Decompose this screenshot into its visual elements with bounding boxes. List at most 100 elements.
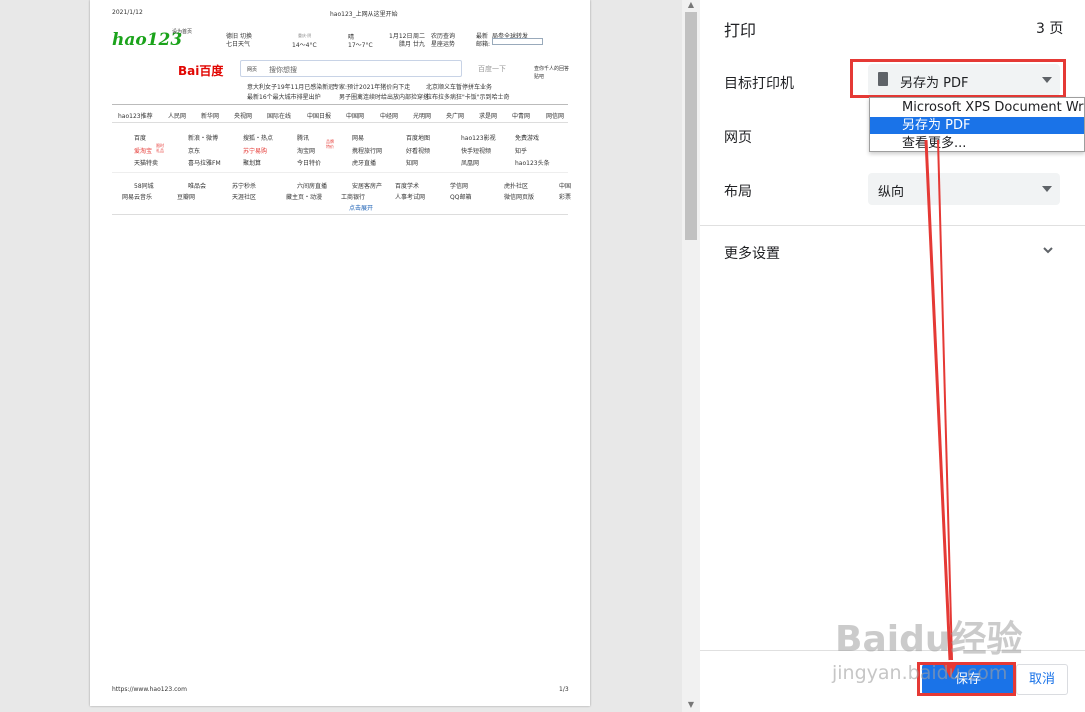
site-link: 六间房直播 — [297, 183, 328, 190]
scroll-up-icon[interactable]: ▲ — [686, 0, 696, 10]
dropdown-option-pdf[interactable]: 另存为 PDF — [870, 117, 1084, 134]
site-link: 腾讯 — [297, 135, 310, 142]
dropdown-option-xps[interactable]: Microsoft XPS Document Writer — [870, 99, 1084, 116]
site-link: 虎牙直播 — [352, 160, 377, 167]
site-link: 好看视频 — [406, 148, 431, 155]
nav-top-divider — [112, 104, 568, 105]
nav-link: hao123推荐 — [118, 113, 153, 120]
mail-input-box — [492, 38, 543, 45]
nav-link: 央视网 — [234, 113, 253, 120]
news-item: 北京顺义车暂停拼车业务 — [426, 84, 493, 91]
news-item: 意大利女子19年11月已感染新冠 — [247, 84, 335, 91]
baidu-jingyan-watermark: Baidu经验 jingyan.baidu.com — [830, 610, 1050, 690]
page-header-date: 2021/1/12 — [112, 9, 143, 16]
site-link: 新浪・微博 — [188, 135, 219, 142]
settings-divider — [700, 225, 1085, 226]
grid-bottom-divider — [112, 214, 568, 215]
promo-tag: 限时 礼品 — [156, 143, 164, 153]
site-link: 学信网 — [450, 183, 469, 190]
lunar-text: 腊月 廿九 — [399, 41, 425, 48]
page-footer-number: 1/3 — [559, 686, 569, 693]
site-link: 人事考试网 — [395, 194, 426, 201]
nav-bottom-divider — [112, 122, 568, 123]
site-link: 携程旅行网 — [352, 148, 383, 155]
site-link: 安居客房产 — [352, 183, 383, 190]
weather-week: 七日天气 — [226, 41, 251, 48]
site-link: 快手短视频 — [461, 148, 492, 155]
preview-scrollbar-thumb[interactable] — [685, 12, 697, 240]
promo-tag: 品牌 特价 — [326, 139, 334, 149]
site-link: 天猫特卖 — [134, 160, 159, 167]
preview-scrollbar[interactable]: ▲ ▼ — [682, 0, 700, 712]
pages-label: 网页 — [724, 130, 752, 146]
destination-highlight-box — [850, 59, 1066, 98]
nav-link: 人民网 — [168, 113, 187, 120]
site-link: 微信网页版 — [504, 194, 535, 201]
annotation-arrow-icon — [924, 140, 958, 678]
watermark-url: jingyan.baidu.com — [832, 662, 1008, 684]
site-link: 免费游戏 — [515, 135, 540, 142]
site-link: 百度学术 — [395, 183, 420, 190]
expand-chevron-icon[interactable] — [1042, 245, 1054, 255]
layout-select[interactable]: 纵向 — [868, 173, 1060, 205]
site-link: 苏宁易购 — [243, 148, 268, 155]
site-link: 彩票 — [559, 194, 572, 201]
print-preview-area: 2021/1/12 hao123_上网从这里开始 hao123 设为首页 德旧 … — [0, 0, 682, 712]
nav-link: 光明网 — [413, 113, 432, 120]
scroll-down-icon[interactable]: ▼ — [686, 700, 696, 710]
search-placeholder: 搜你想搜 — [269, 66, 297, 74]
site-link: 京东 — [188, 148, 201, 155]
site-link: 网易云音乐 — [122, 194, 153, 201]
site-link: 网易 — [352, 135, 365, 142]
site-link: hao123头条 — [515, 160, 550, 167]
site-link: 淘宝网 — [297, 148, 316, 155]
site-link: 喜马拉雅FM — [188, 160, 221, 167]
print-title: 打印 — [724, 21, 757, 40]
grid-divider — [112, 172, 568, 173]
search-side-text-2: 贴吧 — [534, 74, 545, 80]
nav-link: 中国日报 — [307, 113, 332, 120]
site-link: 凤凰网 — [461, 160, 480, 167]
page-header-title: hao123_上网从这里开始 — [330, 11, 398, 18]
site-link: 百度 — [134, 135, 147, 142]
news-item: 男子圈禽连续时给出放内部捡穿搭 — [339, 94, 430, 101]
site-link: 苏宁秒杀 — [232, 183, 257, 190]
mail-label: 邮箱: — [476, 41, 491, 48]
nav-link: 中经网 — [380, 113, 399, 120]
site-link: 搜狐・热点 — [243, 135, 274, 142]
expand-link: 点击展开 — [349, 205, 374, 212]
chevron-down-icon — [1042, 186, 1052, 192]
destination-label: 目标打印机 — [724, 76, 794, 92]
site-link: 百度地图 — [406, 135, 431, 142]
site-link: 虎扑社区 — [504, 183, 529, 190]
site-link: 爱淘宝 — [134, 148, 153, 155]
nav-link: 中青网 — [512, 113, 531, 120]
search-button: 百度一下 — [478, 65, 506, 73]
news-item: 最新16个最大城市排星出炉 — [247, 94, 321, 101]
site-link: 中国 — [559, 183, 572, 190]
nav-link: 国际在线 — [267, 113, 292, 120]
nav-link: 新华网 — [201, 113, 220, 120]
search-box: 网页 搜你想搜 — [240, 60, 462, 77]
nav-link: 网信网 — [546, 113, 565, 120]
site-link: 藏主页・动漫 — [286, 194, 323, 201]
preview-page: 2021/1/12 hao123_上网从这里开始 hao123 设为首页 德旧 … — [90, 0, 590, 706]
nav-link: 央广网 — [446, 113, 465, 120]
more-settings-toggle[interactable]: 更多设置 — [724, 243, 780, 263]
site-link: 唯品会 — [188, 183, 207, 190]
site-link: 今日特价 — [297, 160, 322, 167]
site-link: 知网 — [406, 160, 419, 167]
watermark-title: Baidu经验 — [835, 619, 1023, 660]
site-link: QQ邮箱 — [450, 194, 472, 201]
page-count: 3 页 — [1036, 21, 1064, 37]
site-link: 知乎 — [515, 148, 528, 155]
nav-link: 求是网 — [479, 113, 498, 120]
site-link: 天涯社区 — [232, 194, 257, 201]
weather-today-temp: 14～4°C — [292, 42, 317, 49]
baidu-logo: Bai百度 — [178, 64, 224, 78]
horoscope-link: 星座运势 — [431, 41, 456, 48]
nav-link: 中国网 — [346, 113, 365, 120]
site-link: 豆瓣网 — [177, 194, 196, 201]
news-item: 拉布拉多病狂"卡饭"示到哈士奇 — [426, 94, 510, 101]
search-side-text: 查你千人的回答 — [534, 66, 570, 72]
